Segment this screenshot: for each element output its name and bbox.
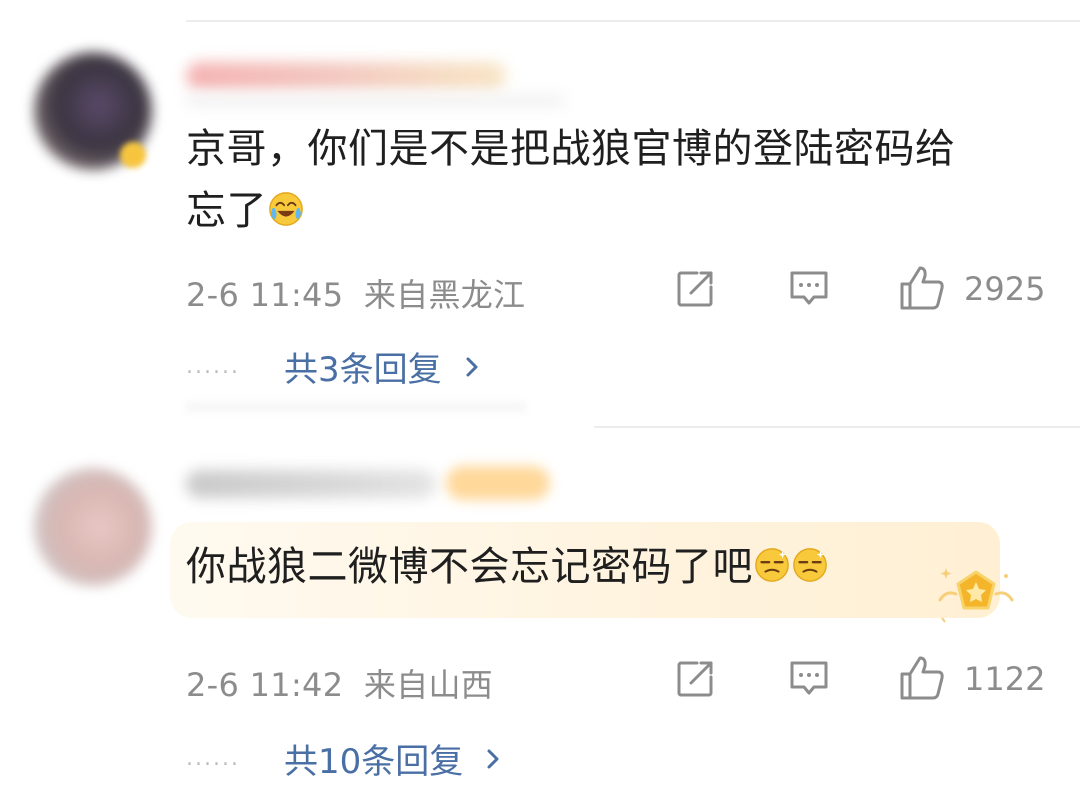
vip-tag (446, 466, 550, 500)
comment-button[interactable] (786, 656, 832, 702)
share-button[interactable] (672, 656, 718, 702)
like-count: 1122 (964, 660, 1046, 698)
comment-meta: 2-6 11:42 来自山西 (186, 660, 493, 706)
comment-location: 来自山西 (363, 666, 494, 704)
like-button[interactable] (896, 652, 948, 704)
dizzy-face-emoji (755, 548, 789, 582)
chevron-right-icon (487, 749, 499, 768)
share-icon (677, 661, 713, 697)
comment-text-line1: 你战狼二微博不会忘记密码了吧 (186, 544, 753, 590)
comment-item: 你战狼二微博不会忘记密码了吧 2-6 11:42 来自山西 1122 .....… (0, 0, 1080, 794)
comment-text: 你战狼二微博不会忘记密码了吧 (186, 536, 829, 598)
view-replies-link[interactable]: ...... 共10条回复 (186, 734, 505, 783)
replies-label: 共10条回复 (283, 742, 464, 782)
replies-dots: ...... (186, 746, 240, 771)
avatar[interactable] (34, 468, 152, 586)
thumbs-up-icon (900, 656, 944, 700)
star-medal-icon (938, 568, 1014, 623)
comment-icon (790, 661, 828, 695)
dizzy-face-emoji (793, 548, 827, 582)
comment-timestamp: 2-6 11:42 (186, 666, 344, 704)
username-blurred[interactable] (186, 470, 436, 498)
